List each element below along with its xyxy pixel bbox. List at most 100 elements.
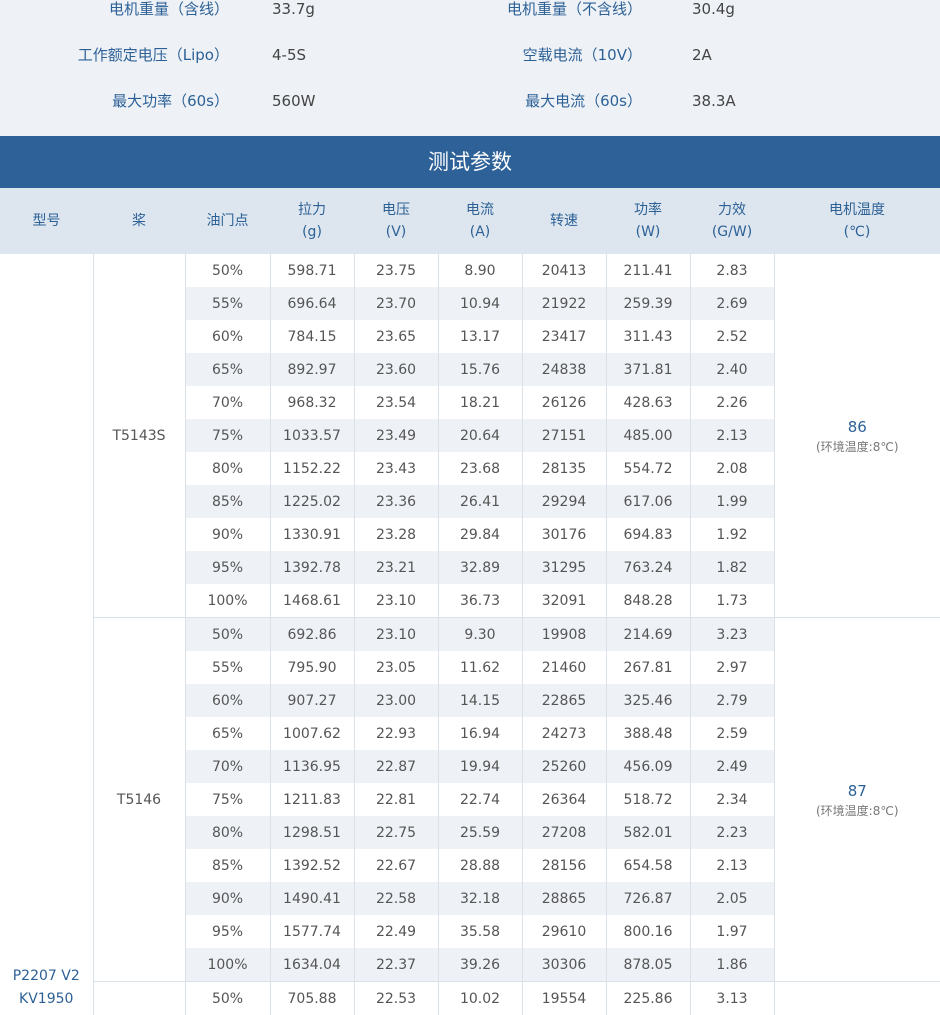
- spec-value: 560W: [272, 89, 315, 113]
- data-cell: 30176: [522, 518, 606, 551]
- data-cell: 784.15: [270, 320, 354, 353]
- table-row: T514650%692.8623.109.3019908214.693.2387…: [0, 618, 940, 652]
- data-cell: 1225.02: [270, 485, 354, 518]
- data-cell: 1007.62: [270, 717, 354, 750]
- data-cell: 23.49: [354, 419, 438, 452]
- data-cell: 1.99: [690, 485, 774, 518]
- column-header-label: 型号: [33, 213, 61, 229]
- data-cell: 31295: [522, 551, 606, 584]
- data-cell: 85%: [185, 485, 270, 518]
- temperature-value: 86: [775, 416, 940, 438]
- data-cell: 485.00: [606, 419, 690, 452]
- column-header-label: 电机温度: [829, 202, 885, 218]
- data-cell: 878.05: [606, 948, 690, 982]
- data-cell: 848.28: [606, 584, 690, 618]
- data-cell: 55%: [185, 287, 270, 320]
- data-cell: 100%: [185, 584, 270, 618]
- data-cell: 1.82: [690, 551, 774, 584]
- column-header: 型号: [0, 188, 93, 254]
- data-cell: 1330.91: [270, 518, 354, 551]
- data-cell: 20.64: [438, 419, 522, 452]
- temperature-value: 87: [775, 780, 940, 802]
- spec-label: 最大电流（60s）: [525, 89, 642, 113]
- data-cell: 75%: [185, 419, 270, 452]
- data-cell: 1.86: [690, 948, 774, 982]
- data-cell: 24273: [522, 717, 606, 750]
- data-cell: 1033.57: [270, 419, 354, 452]
- data-cell: 23.00: [354, 684, 438, 717]
- data-cell: 23.21: [354, 551, 438, 584]
- data-cell: 95%: [185, 915, 270, 948]
- data-cell: 267.81: [606, 651, 690, 684]
- spec-label: 电机重量（不含线）: [507, 0, 642, 21]
- column-header: 转速: [522, 188, 606, 254]
- data-cell: 23.05: [354, 651, 438, 684]
- data-cell: 1.73: [690, 584, 774, 618]
- data-cell: 25.59: [438, 816, 522, 849]
- data-cell: 85%: [185, 849, 270, 882]
- ambient-temperature-note: (环境温度:8℃): [775, 802, 940, 820]
- column-header-unit: (A): [470, 224, 491, 240]
- data-cell: 1634.04: [270, 948, 354, 982]
- propeller-cell: T5146: [93, 618, 185, 982]
- data-cell: 2.69: [690, 287, 774, 320]
- model-cell: P2207 V2KV1950: [0, 254, 93, 1015]
- data-cell: 2.97: [690, 651, 774, 684]
- data-cell: 35.58: [438, 915, 522, 948]
- ambient-temperature-note: (环境温度:8℃): [775, 438, 940, 456]
- data-cell: 2.05: [690, 882, 774, 915]
- data-cell: 1468.61: [270, 584, 354, 618]
- data-cell: 1490.41: [270, 882, 354, 915]
- data-cell: 23.43: [354, 452, 438, 485]
- data-cell: 259.39: [606, 287, 690, 320]
- propeller-cell: T5143S: [93, 254, 185, 618]
- data-cell: 2.49: [690, 750, 774, 783]
- column-header-label: 功率: [634, 202, 662, 218]
- data-cell: 907.27: [270, 684, 354, 717]
- column-header-label: 桨: [132, 213, 146, 229]
- motor-temperature-cell: 86(环境温度:8℃): [774, 254, 940, 618]
- data-cell: 26364: [522, 783, 606, 816]
- data-cell: 617.06: [606, 485, 690, 518]
- motor-specs-panel: 电机重量（含线） 33.7g 电机重量（不含线） 30.4g 工作额定电压（Li…: [0, 0, 940, 136]
- data-cell: 2.52: [690, 320, 774, 353]
- data-cell: 22.49: [354, 915, 438, 948]
- data-cell: 388.48: [606, 717, 690, 750]
- data-cell: 10.94: [438, 287, 522, 320]
- data-cell: 1.92: [690, 518, 774, 551]
- data-cell: 1.97: [690, 915, 774, 948]
- data-cell: 60%: [185, 320, 270, 353]
- data-cell: 23.10: [354, 618, 438, 652]
- data-cell: 14.15: [438, 684, 522, 717]
- data-cell: 16.94: [438, 717, 522, 750]
- data-cell: 1211.83: [270, 783, 354, 816]
- data-cell: 90%: [185, 518, 270, 551]
- column-header: 桨: [93, 188, 185, 254]
- data-cell: 28865: [522, 882, 606, 915]
- data-cell: 50%: [185, 254, 270, 287]
- data-cell: 23.75: [354, 254, 438, 287]
- data-cell: 65%: [185, 353, 270, 386]
- data-cell: 55%: [185, 651, 270, 684]
- data-cell: 2.59: [690, 717, 774, 750]
- data-cell: 214.69: [606, 618, 690, 652]
- data-cell: 694.83: [606, 518, 690, 551]
- data-cell: 428.63: [606, 386, 690, 419]
- spec-label: 工作额定电压（Lipo）: [78, 43, 229, 67]
- section-title: 测试参数: [0, 136, 940, 188]
- spec-row: 电机重量（含线） 33.7g 电机重量（不含线） 30.4g: [0, 0, 940, 21]
- data-cell: 2.13: [690, 419, 774, 452]
- data-cell: 211.41: [606, 254, 690, 287]
- data-cell: 22.67: [354, 849, 438, 882]
- column-header-unit: (V): [386, 224, 407, 240]
- data-cell: 11.62: [438, 651, 522, 684]
- data-cell: 23.65: [354, 320, 438, 353]
- data-cell: 518.72: [606, 783, 690, 816]
- data-cell: 39.26: [438, 948, 522, 982]
- data-cell: 32091: [522, 584, 606, 618]
- data-cell: 892.97: [270, 353, 354, 386]
- model-name: P2207 V2: [0, 965, 93, 988]
- data-cell: 70%: [185, 750, 270, 783]
- data-cell: 23.68: [438, 452, 522, 485]
- data-cell: 13.17: [438, 320, 522, 353]
